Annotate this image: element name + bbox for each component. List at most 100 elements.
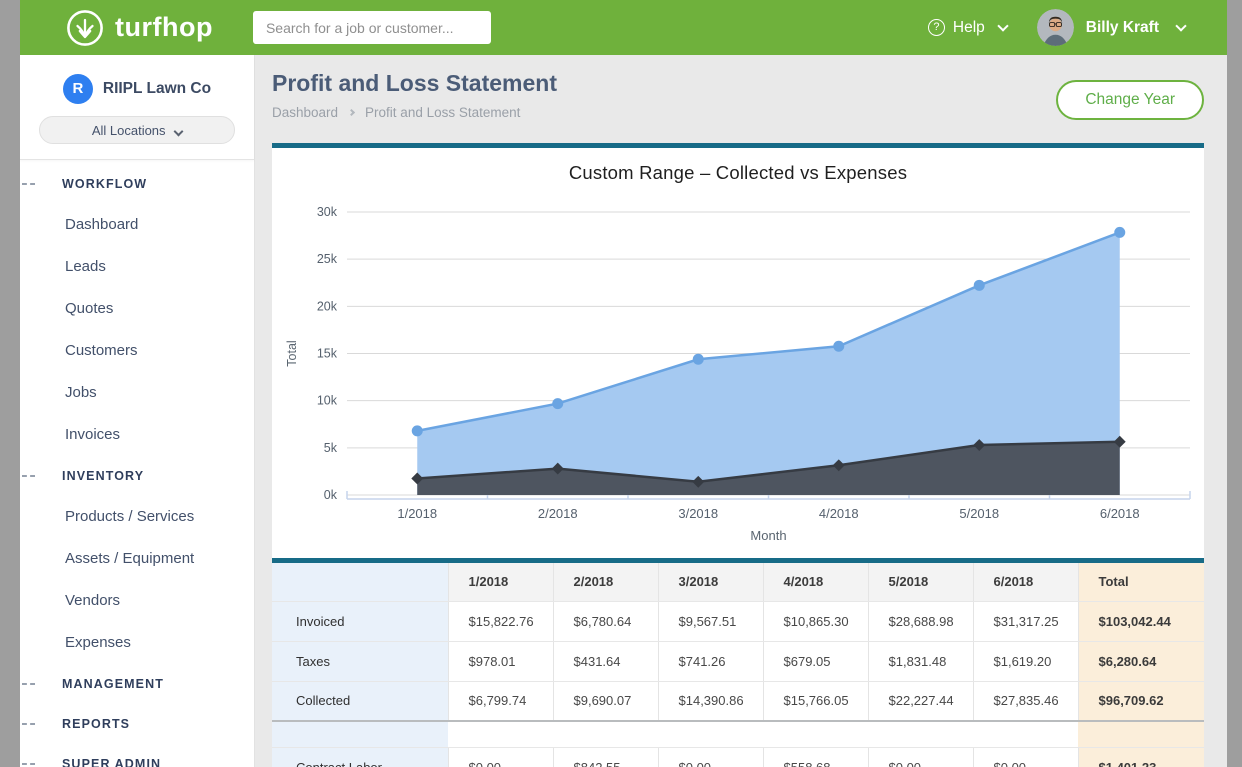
locations-dropdown[interactable]: All Locations <box>39 116 235 144</box>
sidebar-item-quotes[interactable]: Quotes <box>20 288 254 330</box>
row-label: Taxes <box>272 641 448 681</box>
dashes-icon <box>22 475 35 477</box>
table-cell: $1,831.48 <box>868 641 973 681</box>
column-header: 5/2018 <box>868 563 973 601</box>
pl-table-head-row: 1/20182/20183/20184/20185/20186/2018Tota… <box>272 563 1204 601</box>
table-cell: $6,780.64 <box>553 601 658 641</box>
sidebar-item-products-services[interactable]: Products / Services <box>20 496 254 538</box>
sidebar-item-jobs[interactable]: Jobs <box>20 372 254 414</box>
help-menu[interactable]: ? Help <box>928 19 1007 37</box>
table-row-collected: Collected$6,799.74$9,690.07$14,390.86$15… <box>272 681 1204 721</box>
page-header: Profit and Loss Statement Dashboard Prof… <box>272 55 1204 143</box>
main-content: Profit and Loss Statement Dashboard Prof… <box>255 55 1227 767</box>
svg-text:30k: 30k <box>317 205 338 219</box>
table-cell: $31,317.25 <box>973 601 1078 641</box>
user-menu[interactable]: Billy Kraft <box>1037 9 1185 46</box>
breadcrumb-current: Profit and Loss Statement <box>365 105 520 120</box>
svg-text:3/2018: 3/2018 <box>678 506 718 521</box>
chevron-down-icon <box>1175 20 1186 31</box>
sidebar-item-dashboard[interactable]: Dashboard <box>20 204 254 246</box>
svg-text:15k: 15k <box>317 347 338 361</box>
table-cell: $27,835.46 <box>973 681 1078 721</box>
table-cell: $558.68 <box>763 747 868 767</box>
brand-logo[interactable]: turfhop <box>65 8 213 48</box>
right-gutter <box>1227 0 1242 767</box>
app-window: turfhop ? Help <box>20 0 1227 767</box>
svg-text:2/2018: 2/2018 <box>538 506 578 521</box>
company-row: R RIIPL Lawn Co <box>20 55 254 106</box>
table-cell: $9,690.07 <box>553 681 658 721</box>
row-total-cell: $103,042.44 <box>1078 601 1204 641</box>
table-row-taxes: Taxes$978.01$431.64$741.26$679.05$1,831.… <box>272 641 1204 681</box>
user-name: Billy Kraft <box>1086 19 1159 37</box>
change-year-button[interactable]: Change Year <box>1056 80 1204 120</box>
column-header: 4/2018 <box>763 563 868 601</box>
chart-card: Custom Range – Collected vs Expenses 0k 5… <box>272 143 1204 558</box>
table-row-invoiced: Invoiced$15,822.76$6,780.64$9,567.51$10,… <box>272 601 1204 641</box>
table-cell: $0.00 <box>448 747 553 767</box>
column-header-label <box>272 563 448 601</box>
svg-text:5k: 5k <box>324 441 338 455</box>
chevron-down-icon <box>174 126 184 136</box>
row-total-cell: $6,280.64 <box>1078 641 1204 681</box>
chevron-down-icon <box>997 20 1008 31</box>
chart-title: Custom Range – Collected vs Expenses <box>272 148 1204 190</box>
sidebar-item-leads[interactable]: Leads <box>20 246 254 288</box>
sidebar-section-reports[interactable]: REPORTS <box>20 704 254 744</box>
table-row-contract-labor: Contract Labor$0.00$842.55$0.00$558.68$0… <box>272 747 1204 767</box>
row-label: Contract Labor <box>272 747 448 767</box>
table-cell: $22,227.44 <box>868 681 973 721</box>
sidebar-section-workflow[interactable]: WORKFLOW <box>20 164 254 204</box>
table-cell: $679.05 <box>763 641 868 681</box>
sidebar-nav: WORKFLOWDashboardLeadsQuotesCustomersJob… <box>20 160 254 767</box>
table-spacer-row <box>272 721 1204 747</box>
table-cell: $1,619.20 <box>973 641 1078 681</box>
column-header: Total <box>1078 563 1204 601</box>
svg-text:Total: Total <box>285 340 299 366</box>
help-label: Help <box>953 19 985 37</box>
locations-label: All Locations <box>92 123 166 138</box>
dashes-icon <box>22 183 35 185</box>
svg-text:10k: 10k <box>317 394 338 408</box>
column-header: 1/2018 <box>448 563 553 601</box>
sidebar-item-expenses[interactable]: Expenses <box>20 622 254 664</box>
table-cell: $0.00 <box>658 747 763 767</box>
dashes-icon <box>22 763 35 765</box>
table-cell: $741.26 <box>658 641 763 681</box>
sidebar-item-customers[interactable]: Customers <box>20 330 254 372</box>
sidebar-item-vendors[interactable]: Vendors <box>20 580 254 622</box>
breadcrumb-dashboard[interactable]: Dashboard <box>272 105 338 120</box>
sidebar-section-super-admin[interactable]: SUPER ADMIN <box>20 744 254 767</box>
help-icon: ? <box>928 19 945 36</box>
avatar <box>1037 9 1074 46</box>
sidebar-item-assets-equipment[interactable]: Assets / Equipment <box>20 538 254 580</box>
search-input[interactable] <box>253 11 491 44</box>
row-label: Invoiced <box>272 601 448 641</box>
svg-text:Month: Month <box>750 528 786 543</box>
svg-text:0k: 0k <box>324 488 338 502</box>
row-total-cell: $96,709.62 <box>1078 681 1204 721</box>
table-cell: $431.64 <box>553 641 658 681</box>
table-cell <box>1078 721 1204 747</box>
page-title: Profit and Loss Statement <box>272 70 557 97</box>
table-cell: $0.00 <box>868 747 973 767</box>
sidebar-section-management[interactable]: MANAGEMENT <box>20 664 254 704</box>
table-cell: $0.00 <box>973 747 1078 767</box>
breadcrumb: Dashboard Profit and Loss Statement <box>272 105 557 120</box>
sidebar-company-block: R RIIPL Lawn Co All Locations <box>20 55 254 160</box>
svg-text:4/2018: 4/2018 <box>819 506 859 521</box>
table-cell: $9,567.51 <box>658 601 763 641</box>
sidebar-section-inventory[interactable]: INVENTORY <box>20 456 254 496</box>
dashes-icon <box>22 723 35 725</box>
sidebar-item-invoices[interactable]: Invoices <box>20 414 254 456</box>
table-cell <box>272 721 448 747</box>
svg-text:20k: 20k <box>317 299 338 313</box>
table-cell: $842.55 <box>553 747 658 767</box>
row-label: Collected <box>272 681 448 721</box>
table-cell <box>448 721 1078 747</box>
brand-name: turfhop <box>115 12 213 43</box>
sidebar: R RIIPL Lawn Co All Locations WORKFLOWDa… <box>20 55 255 767</box>
svg-text:1/2018: 1/2018 <box>397 506 437 521</box>
column-header: 2/2018 <box>553 563 658 601</box>
company-logo-badge: R <box>63 74 93 104</box>
